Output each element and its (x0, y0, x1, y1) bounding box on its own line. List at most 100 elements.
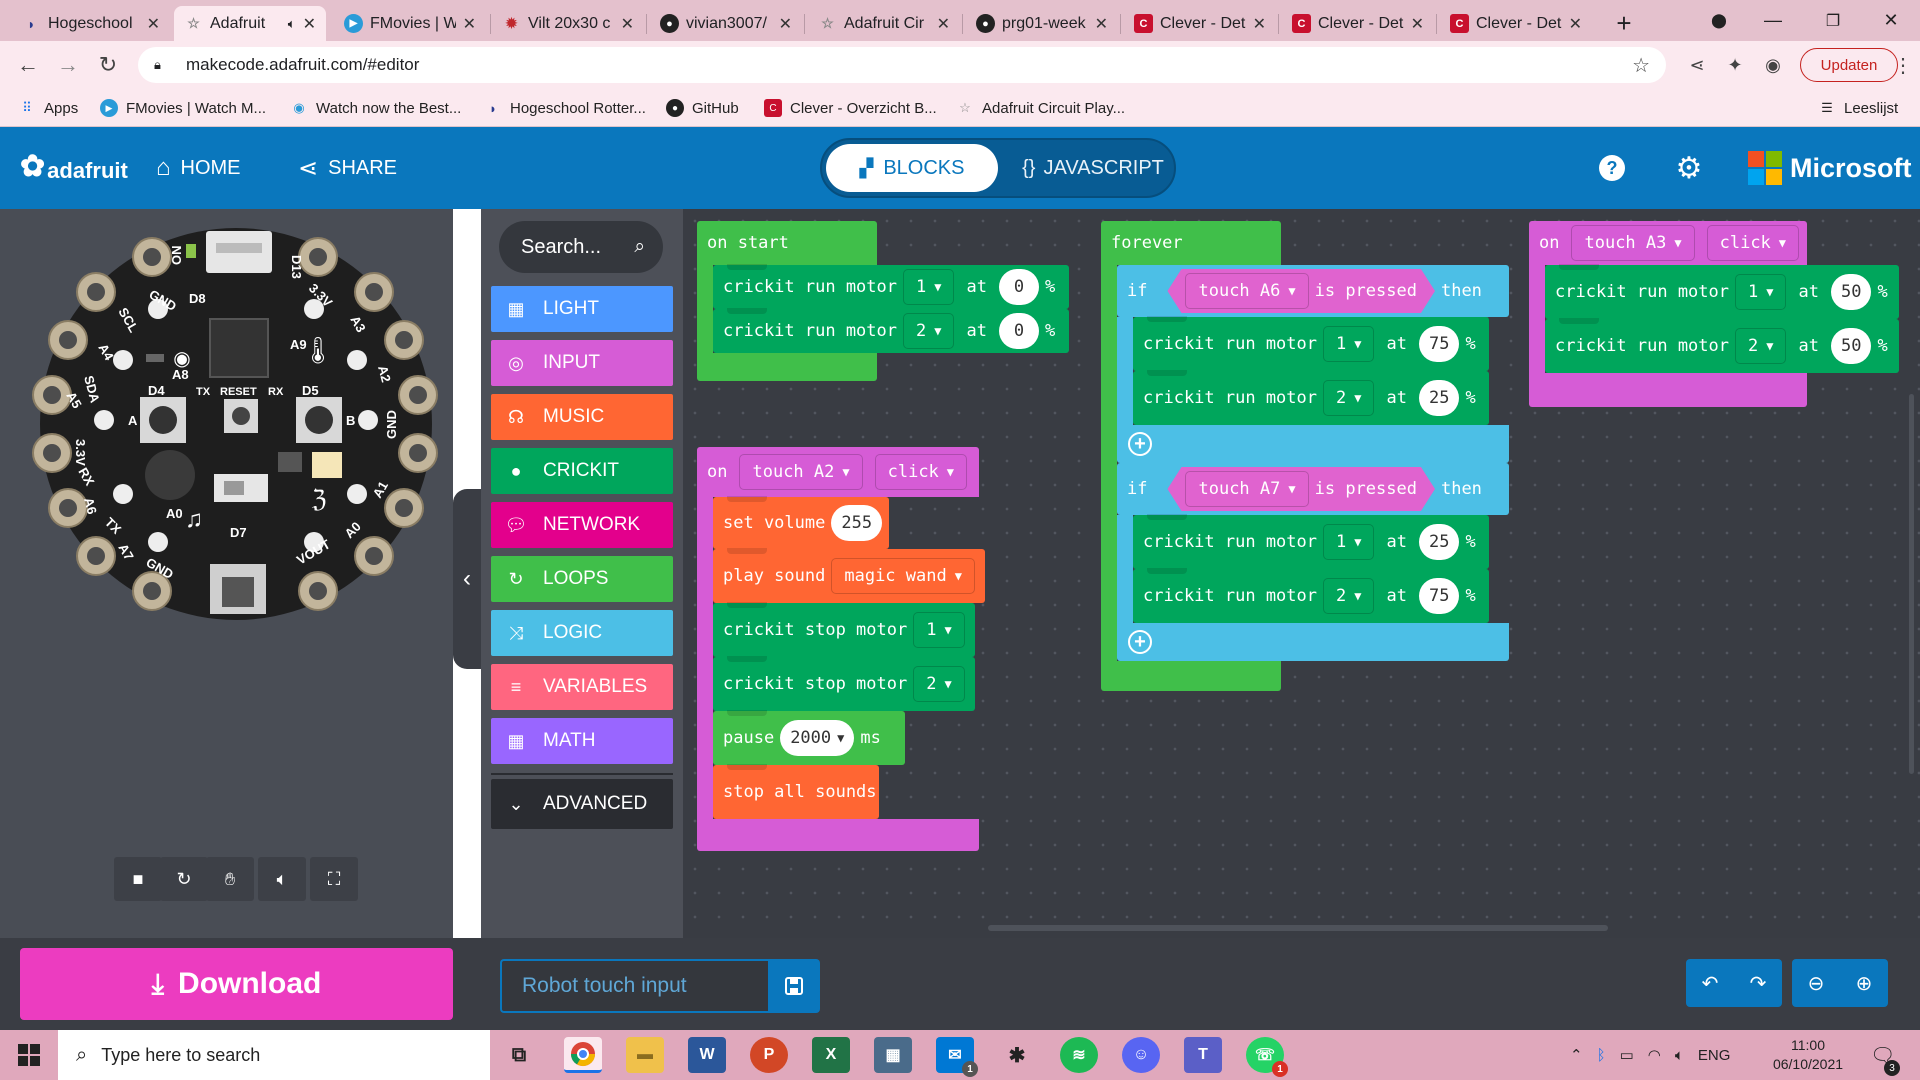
tab-fmovies[interactable]: ▶ FMovies | W ✕ (334, 6, 486, 41)
help-icon[interactable]: ? (1595, 151, 1629, 185)
reading-list[interactable]: ☰ Leeslijst (1818, 89, 1898, 127)
bluetooth-icon[interactable]: ᛒ (1597, 1047, 1606, 1064)
powerpoint-icon[interactable]: P (750, 1037, 788, 1073)
crickit-run-motor-block[interactable]: crickit run motor 2 ▼ at 75 % (1133, 568, 1489, 623)
touch-pin-dropdown[interactable]: touch A3 ▼ (1571, 225, 1695, 261)
volume-icon[interactable]: 🔈︎ (1675, 1047, 1684, 1064)
toolbox-search-input[interactable]: Search... ⌕ (499, 221, 663, 273)
windows-start-icon[interactable] (0, 1030, 58, 1080)
speaker-icon[interactable]: 🔈︎ (288, 16, 296, 32)
if-block[interactable]: if touch A6 ▼ is pressed then (1117, 265, 1509, 317)
taskbar-search-input[interactable]: ⌕ Type here to search (58, 1030, 490, 1080)
discord-icon[interactable]: ☺ (1122, 1037, 1160, 1073)
blocks-tab[interactable]: ▞ BLOCKS (826, 144, 998, 192)
tab-adafruit[interactable]: ☆ Adafruit 🔈︎ ✕ (174, 6, 326, 41)
zoom-in-icon[interactable]: ⊕ (1840, 959, 1888, 1007)
mute-icon[interactable]: 🔈︎ (258, 857, 306, 901)
extensions-icon[interactable]: ✦ (1720, 50, 1750, 80)
motor-dropdown[interactable]: 1 ▼ (1735, 274, 1787, 310)
close-icon[interactable]: ✕ (779, 14, 792, 34)
mail-icon[interactable]: ✉ 1 (936, 1037, 978, 1077)
stop-icon[interactable]: ■ (114, 857, 162, 901)
motor-dropdown[interactable]: 2 ▼ (1735, 328, 1787, 364)
set-volume-block[interactable]: set volume 255 (713, 496, 889, 549)
spotify-icon[interactable]: ≋ (1060, 1037, 1098, 1073)
tab-github-vivian[interactable]: ● vivian3007/ ✕ (650, 6, 802, 41)
touch-is-pressed-condition[interactable]: touch A6 ▼ is pressed (1167, 269, 1434, 313)
motor-dropdown[interactable]: 2 ▼ (1323, 380, 1375, 416)
crickit-run-motor-block[interactable]: crickit run motor 2 ▼ at 0 % (713, 308, 1069, 353)
event-dropdown[interactable]: click ▼ (1706, 225, 1800, 261)
more-menu-icon[interactable]: ⋮ (1888, 50, 1918, 80)
motor-dropdown[interactable]: 1 ▼ (1323, 326, 1375, 362)
close-icon[interactable]: ✕ (621, 14, 634, 34)
calculator-icon[interactable]: ▦ (874, 1037, 912, 1073)
save-floppy-icon[interactable] (768, 959, 820, 1013)
bookmark-fmovies[interactable]: ▶ FMovies | Watch M... (100, 89, 266, 127)
speed-input[interactable]: 50 (1830, 274, 1872, 310)
crickit-stop-motor-block[interactable]: crickit stop motor 1 ▼ (713, 602, 975, 657)
restart-icon[interactable]: ↻ (160, 857, 208, 901)
category-crickit[interactable]: ● CRICKIT (491, 448, 673, 494)
close-icon[interactable]: ✕ (303, 14, 316, 34)
address-bar[interactable]: 🔒︎ makecode.adafruit.com/#editor ☆ (138, 47, 1666, 83)
motor-dropdown[interactable]: 1 ▼ (913, 612, 965, 648)
bookmark-star-icon[interactable]: ☆ (1632, 53, 1650, 78)
settings-gear-icon[interactable]: ⚙ (1672, 151, 1706, 185)
crickit-run-motor-block[interactable]: crickit run motor 1 ▼ at 25 % (1133, 514, 1489, 569)
tab-prg01[interactable]: ● prg01-week ✕ (966, 6, 1118, 41)
add-else-plus-icon[interactable]: + (1128, 630, 1152, 654)
microsoft-logo[interactable]: Microsoft (1748, 151, 1912, 185)
crickit-run-motor-block[interactable]: crickit run motor 1 ▼ at 50 % (1545, 264, 1899, 319)
bookmark-hogeschool[interactable]: ◗ Hogeschool Rotter... (484, 89, 646, 127)
category-music[interactable]: ☊ MUSIC (491, 394, 673, 440)
home-button[interactable]: ⌂ HOME (156, 127, 241, 209)
bookmark-apps[interactable]: ⠿ Apps (18, 89, 78, 127)
new-tab-button[interactable]: + (1604, 6, 1644, 41)
close-icon[interactable]: ✕ (937, 14, 950, 34)
excel-icon[interactable]: X (812, 1037, 850, 1073)
crickit-run-motor-block[interactable]: crickit run motor 2 ▼ at 25 % (1133, 370, 1489, 425)
speed-input[interactable]: 75 (1418, 326, 1460, 362)
tab-clever-1[interactable]: C Clever - Det ✕ (1124, 6, 1276, 41)
if-block[interactable]: if touch A7 ▼ is pressed then (1117, 463, 1509, 515)
sound-dropdown[interactable]: magic wand ▼ (831, 558, 975, 594)
crickit-run-motor-block[interactable]: crickit run motor 1 ▼ at 75 % (1133, 316, 1489, 371)
close-icon[interactable]: ✕ (1253, 14, 1266, 34)
game-controller-icon[interactable]: ✱ (998, 1037, 1036, 1073)
tab-vilt[interactable]: ✹ Vilt 20x30 c ✕ (492, 6, 644, 41)
category-variables[interactable]: ≡ VARIABLES (491, 664, 673, 710)
chevron-up-icon[interactable]: ⌃ (1570, 1046, 1583, 1064)
light-sensor[interactable] (312, 452, 342, 478)
crickit-stop-motor-block[interactable]: crickit stop motor 2 ▼ (713, 656, 975, 711)
circuit-playground-board[interactable]: ◉ 🌡︎ ♫ ℨ ON D13 GND D8 SCL A4 SDA A5 3.3… (0, 209, 453, 849)
task-view-icon[interactable]: ⧉ (500, 1037, 538, 1073)
category-input[interactable]: ◎ INPUT (491, 340, 673, 386)
notification-center-icon[interactable]: 🗨︎ 3 (1870, 1030, 1900, 1080)
pause-block[interactable]: pause 2000 ▼ ms (713, 710, 905, 765)
bookmark-adafruit[interactable]: ☆ Adafruit Circuit Play... (956, 89, 1125, 127)
stop-all-sounds-block[interactable]: stop all sounds (713, 764, 879, 819)
volume-input[interactable]: 255 (831, 505, 883, 541)
on-start-block[interactable]: on start (697, 221, 877, 265)
touch-pin-dropdown[interactable]: touch A7 ▼ (1185, 471, 1308, 507)
on-touch-a3-block[interactable]: on touch A3 ▼ click ▼ (1529, 221, 1807, 265)
taskbar-clock[interactable]: 11:00 06/10/2021 (1752, 1036, 1864, 1074)
bookmark-watch-now[interactable]: ◉ Watch now the Best... (290, 89, 461, 127)
close-icon[interactable]: ✕ (1411, 14, 1424, 34)
tab-search-icon[interactable]: ⬤ (1690, 0, 1748, 41)
category-loops[interactable]: ↻ LOOPS (491, 556, 673, 602)
speed-input[interactable]: 25 (1418, 380, 1460, 416)
close-icon[interactable]: ✕ (463, 14, 476, 34)
forward-icon[interactable]: → (52, 49, 84, 81)
tab-hogeschool[interactable]: ◗ Hogeschool ✕ (12, 6, 170, 41)
close-icon[interactable]: ✕ (1569, 14, 1582, 34)
on-touch-a2-block[interactable]: on touch A2 ▼ click ▼ (697, 447, 979, 497)
crickit-run-motor-block[interactable]: crickit run motor 2 ▼ at 50 % (1545, 318, 1899, 373)
close-window-icon[interactable]: ✕ (1862, 0, 1920, 41)
share-button[interactable]: ⋖ SHARE (298, 127, 397, 209)
close-icon[interactable]: ✕ (1095, 14, 1108, 34)
bookmark-clever[interactable]: C Clever - Overzicht B... (764, 89, 937, 127)
language-label[interactable]: ENG (1698, 1047, 1731, 1064)
close-icon[interactable]: ✕ (147, 14, 160, 34)
